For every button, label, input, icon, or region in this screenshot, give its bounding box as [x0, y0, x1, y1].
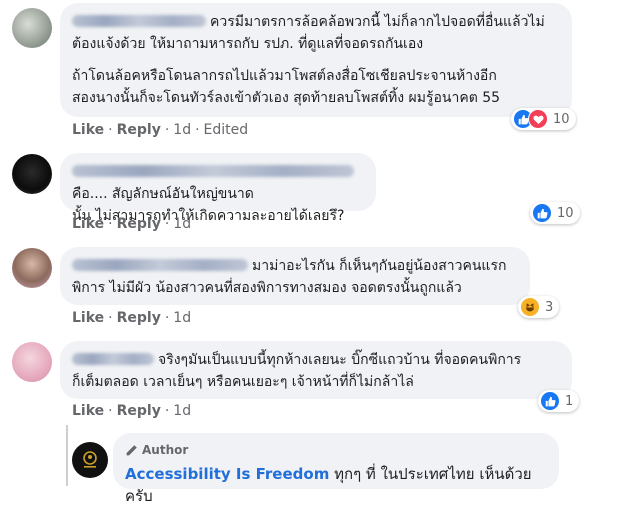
comment-actions: Like · Reply · 1d · Edited	[72, 122, 249, 138]
comment-line: คือ.... สัญลักษณ์อันใหญ่ขนาด	[72, 161, 364, 205]
edited-label: Edited	[203, 122, 249, 138]
commenter-name[interactable]	[72, 15, 206, 27]
reaction-count: 10	[557, 205, 574, 221]
avatar[interactable]	[12, 248, 52, 288]
reaction-summary[interactable]: 10	[511, 108, 576, 130]
comment-bubble: คือ.... สัญลักษณ์อันใหญ่ขนาด นั้น ไม่สาม…	[60, 153, 376, 224]
like-button[interactable]: Like	[72, 216, 104, 232]
comment-3: มาม่าอะไรกัน ก็เห็นๆกันอยู่น้องสาวคนแรก …	[0, 244, 621, 338]
comment-actions: Like · Reply · 1d	[72, 403, 192, 419]
page-avatar[interactable]	[72, 442, 108, 478]
reply-bubble: Author Accessibility Is Freedom ทุกๆ ที่…	[113, 433, 559, 505]
timestamp[interactable]: 1d	[173, 216, 191, 232]
comment-line: สองนางนั้นก็จะโดนทัวร์ลงเข้าตัวเอง สุดท้…	[72, 90, 501, 106]
avatar[interactable]	[12, 342, 52, 382]
reply-button[interactable]: Reply	[117, 122, 161, 138]
comment-actions: Like · Reply · 1d	[72, 310, 192, 326]
reply-button[interactable]: Reply	[117, 310, 161, 326]
author-reply: Author Accessibility Is Freedom ทุกๆ ที่…	[0, 430, 621, 505]
comment-line: ควรมีมาตรการล้อคล้อพวกนี้ ไม่ก็ลากไปจอดท…	[72, 11, 560, 33]
reply-line: Accessibility Is Freedom ทุกๆ ที่ ในประเ…	[125, 463, 547, 507]
commenter-name[interactable]	[72, 259, 248, 271]
timestamp[interactable]: 1d	[173, 122, 191, 138]
like-button[interactable]: Like	[72, 403, 104, 419]
timestamp[interactable]: 1d	[173, 310, 191, 326]
comment-1: ควรมีมาตรการล้อคล้อพวกนี้ ไม่ก็ลากไปจอดท…	[0, 0, 621, 150]
avatar[interactable]	[12, 154, 52, 194]
haha-icon	[520, 297, 540, 317]
comment-line: จริงๆมันเป็นแบบนี้ทุกห้างเลยนะ บิ๊กซีแถว…	[72, 349, 560, 371]
reaction-summary[interactable]: 10	[530, 202, 580, 224]
like-icon	[540, 391, 560, 411]
commenter-name[interactable]	[72, 353, 154, 365]
commenter-name[interactable]	[72, 165, 354, 177]
comment-bubble: ควรมีมาตรการล้อคล้อพวกนี้ ไม่ก็ลากไปจอดท…	[60, 3, 572, 117]
author-badge: Author	[125, 439, 547, 461]
comment-bubble: มาม่าอะไรกัน ก็เห็นๆกันอยู่น้องสาวคนแรก …	[60, 247, 530, 305]
reaction-count: 1	[565, 393, 574, 409]
comment-line: ต้องแจ้งด้วย ให้มาถามหารถกับ รปภ. ที่ดูแ…	[72, 36, 424, 52]
love-icon	[528, 109, 548, 129]
page-logo-icon	[83, 451, 97, 468]
like-icon	[532, 203, 552, 223]
reply-button[interactable]: Reply	[117, 216, 161, 232]
reaction-summary[interactable]: 1	[538, 390, 580, 412]
author-badge-label: Author	[142, 443, 189, 457]
comment-line: ถ้าโดนล้อคหรือโดนลากรถไปแล้วมาโพสต์ลงสื่…	[72, 68, 497, 84]
timestamp[interactable]: 1d	[173, 403, 191, 419]
reaction-summary[interactable]: 3	[518, 296, 560, 318]
comment-line: พิการ ไม่มีผัว น้องสาวคนที่สองพิการทางสม…	[72, 280, 462, 296]
like-button[interactable]: Like	[72, 310, 104, 326]
comment-4: จริงๆมันเป็นแบบนี้ทุกห้างเลยนะ บิ๊กซีแถว…	[0, 338, 621, 430]
comment-actions: Like · Reply · 1d	[72, 216, 192, 232]
reaction-count: 3	[545, 299, 554, 315]
pencil-icon	[126, 444, 137, 455]
like-button[interactable]: Like	[72, 122, 104, 138]
comment-line: ก็เต็มตลอด เวลาเย็นๆ หรือคนเยอะๆ เจ้าหน้…	[72, 374, 414, 390]
author-name[interactable]: Accessibility Is Freedom	[125, 465, 329, 483]
comment-line: มาม่าอะไรกัน ก็เห็นๆกันอยู่น้องสาวคนแรก	[72, 255, 518, 277]
comment-bubble: จริงๆมันเป็นแบบนี้ทุกห้างเลยนะ บิ๊กซีแถว…	[60, 341, 572, 399]
comment-2: คือ.... สัญลักษณ์อันใหญ่ขนาด นั้น ไม่สาม…	[0, 150, 621, 244]
reply-button[interactable]: Reply	[117, 403, 161, 419]
reaction-count: 10	[553, 111, 570, 127]
avatar[interactable]	[12, 8, 52, 48]
